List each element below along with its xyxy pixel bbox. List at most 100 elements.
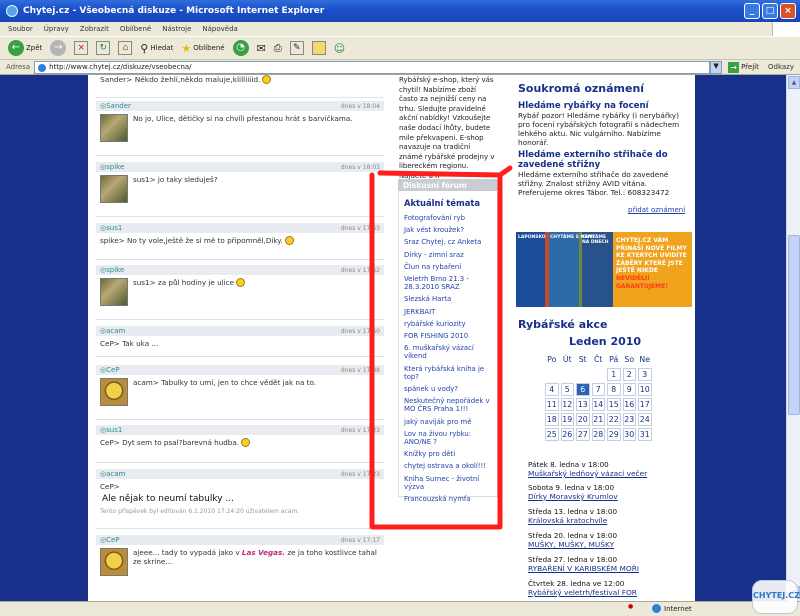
calendar-day[interactable]: 19 xyxy=(560,413,574,426)
post-author[interactable]: acam xyxy=(100,327,125,335)
topic-link[interactable]: Sraz Chytej. cz Anketa xyxy=(404,238,498,246)
topic-link[interactable]: Která rybářská kniha je top? xyxy=(404,365,498,381)
favorites-button[interactable]: ★ Oblíbené xyxy=(179,42,226,55)
event-link[interactable]: RYBAŘENÍ V KARIBSKÉM MOŘI xyxy=(528,564,693,573)
topic-link[interactable]: JERKBAIT xyxy=(404,308,498,316)
calendar-day[interactable]: 9 xyxy=(622,383,636,396)
scroll-thumb[interactable] xyxy=(788,235,800,415)
refresh-button[interactable]: ↻ xyxy=(94,41,112,55)
avatar[interactable] xyxy=(100,114,128,142)
address-dropdown-button[interactable]: ▼ xyxy=(710,60,723,74)
calendar-day[interactable]: 27 xyxy=(576,428,590,441)
topic-link[interactable]: Slezská Harta xyxy=(404,295,498,303)
calendar-day[interactable]: 26 xyxy=(560,428,574,441)
topic-link[interactable]: chytej ostrava a okolí!!! xyxy=(404,462,498,470)
go-button[interactable]: → Přejít xyxy=(728,61,759,73)
menu-help[interactable]: Nápověda xyxy=(202,25,237,33)
calendar-day[interactable]: 30 xyxy=(622,428,636,441)
calendar-day[interactable]: 31 xyxy=(638,428,652,441)
topic-link[interactable]: Francouzská nymfa xyxy=(404,495,498,503)
minimize-button[interactable]: _ xyxy=(744,3,760,19)
menu-tools[interactable]: Nástroje xyxy=(162,25,191,33)
calendar-day[interactable]: 1 xyxy=(607,368,621,381)
home-button[interactable]: ⌂ xyxy=(116,41,134,55)
calendar-day[interactable]: 22 xyxy=(607,413,621,426)
vertical-scrollbar[interactable]: ▲ ▼ xyxy=(786,75,800,601)
post-author[interactable]: spike xyxy=(100,266,124,274)
calendar-day[interactable]: 11 xyxy=(545,398,559,411)
post-author[interactable]: sus1 xyxy=(100,224,122,232)
calendar-day[interactable]: 4 xyxy=(545,383,559,396)
menu-file[interactable]: Soubor xyxy=(8,25,33,33)
back-button[interactable]: ← Zpět xyxy=(6,40,44,56)
folder-button[interactable] xyxy=(310,41,328,55)
scroll-up-button[interactable]: ▲ xyxy=(788,76,800,89)
print-button[interactable]: ⎙ xyxy=(272,43,284,54)
address-input[interactable]: http://www.chytej.cz/diskuze/vseobecna/ xyxy=(34,60,711,74)
calendar-day[interactable]: 21 xyxy=(591,413,605,426)
topic-link[interactable]: Veletrh Brno 21.3 - 28.3.2010 SRAZ xyxy=(404,275,498,291)
calendar-day[interactable]: 17 xyxy=(638,398,652,411)
topic-link[interactable]: Neskutečný nepořádek v MO ČRS Praha 1!!! xyxy=(404,397,498,413)
topic-link[interactable]: FOR FISHING 2010 xyxy=(404,332,498,340)
topic-link[interactable]: 6. muškařský vázací víkend xyxy=(404,344,498,360)
topic-link[interactable]: spánek u vody? xyxy=(404,385,498,393)
maximize-button[interactable]: □ xyxy=(762,3,778,19)
stop-button[interactable]: × xyxy=(72,41,90,55)
calendar-day[interactable]: 29 xyxy=(607,428,621,441)
menu-edit[interactable]: Úpravy xyxy=(44,25,69,33)
event-link[interactable]: Muškařský ledňový vázací večer xyxy=(528,469,693,478)
close-button[interactable]: × xyxy=(780,3,796,19)
post-author[interactable]: Sander xyxy=(100,102,131,110)
topic-link[interactable]: Knížky pro děti xyxy=(404,450,498,458)
post-author[interactable]: CeP xyxy=(100,366,119,374)
post-author[interactable]: spike xyxy=(100,163,124,171)
topic-link[interactable]: Jak vést kroužek? xyxy=(404,226,498,234)
eshop-ad-text[interactable]: Rybářský e-shop, který vás chytil! Nabíz… xyxy=(399,76,495,182)
topic-link[interactable]: Člun na rybaření xyxy=(404,263,498,271)
calendar-day[interactable]: 3 xyxy=(638,368,652,381)
topic-link[interactable]: jaký naviják pro mě xyxy=(404,418,498,426)
event-link[interactable]: MUŠKY, MUŠKY, MUŠKY xyxy=(528,540,693,549)
calendar-day[interactable]: 12 xyxy=(560,398,574,411)
post-author[interactable]: sus1 xyxy=(100,426,122,434)
calendar-day[interactable]: 13 xyxy=(576,398,590,411)
avatar[interactable] xyxy=(100,378,128,406)
calendar-day[interactable]: 15 xyxy=(607,398,621,411)
event-link[interactable]: Královská kratochvíle xyxy=(528,516,693,525)
topic-link[interactable]: rybářské kuriozity xyxy=(404,320,498,328)
post-author[interactable]: CeP xyxy=(100,536,119,544)
topic-link[interactable]: Lov na živou rybku: ANO/NE ? xyxy=(404,430,498,446)
avatar[interactable] xyxy=(100,278,128,306)
history-button[interactable]: ◔ xyxy=(231,40,251,56)
edit-button[interactable]: ✎ xyxy=(288,41,306,55)
event-link[interactable]: Dírky Moravský Krumlov xyxy=(528,492,693,501)
menu-view[interactable]: Zobrazit xyxy=(80,25,109,33)
calendar-day[interactable]: 24 xyxy=(638,413,652,426)
calendar-day[interactable]: 28 xyxy=(591,428,605,441)
calendar-day[interactable]: 16 xyxy=(622,398,636,411)
calendar-day[interactable]: 2 xyxy=(622,368,636,381)
calendar-day[interactable]: 7 xyxy=(591,383,605,396)
topic-link[interactable]: Dírky - zimní sraz xyxy=(404,251,498,259)
classified-title[interactable]: Hledáme externího střihače do zavedené s… xyxy=(518,150,693,170)
search-button[interactable]: ⚲ Hledat xyxy=(138,42,175,55)
calendar-day[interactable]: 18 xyxy=(545,413,559,426)
avatar[interactable] xyxy=(100,175,128,203)
calendar-day[interactable]: 14 xyxy=(591,398,605,411)
messenger-button[interactable]: ☺ xyxy=(332,42,347,55)
classified-title[interactable]: Hledáme rybářky na focení xyxy=(518,101,693,111)
calendar-day[interactable]: 6 xyxy=(576,383,590,396)
mail-button[interactable]: ✉ xyxy=(255,42,268,55)
avatar[interactable] xyxy=(100,548,128,576)
calendar-day[interactable]: 25 xyxy=(545,428,559,441)
forward-button[interactable]: → xyxy=(48,40,68,56)
calendar-day[interactable]: 8 xyxy=(607,383,621,396)
dvd-banner[interactable]: LAPONSKO CHYTÁME S NÁMI CHYTÁME NA DNECH… xyxy=(516,232,692,307)
calendar-day[interactable]: 10 xyxy=(638,383,652,396)
event-link[interactable]: Rybářský veletrh/festival FOR xyxy=(528,588,693,597)
topic-link[interactable]: Fotografování ryb xyxy=(404,214,498,222)
calendar-day[interactable]: 5 xyxy=(560,383,574,396)
topic-link[interactable]: Kniha Surnec - životní výzva xyxy=(404,475,498,491)
add-classified-link[interactable]: přidat oznámení xyxy=(628,206,685,214)
